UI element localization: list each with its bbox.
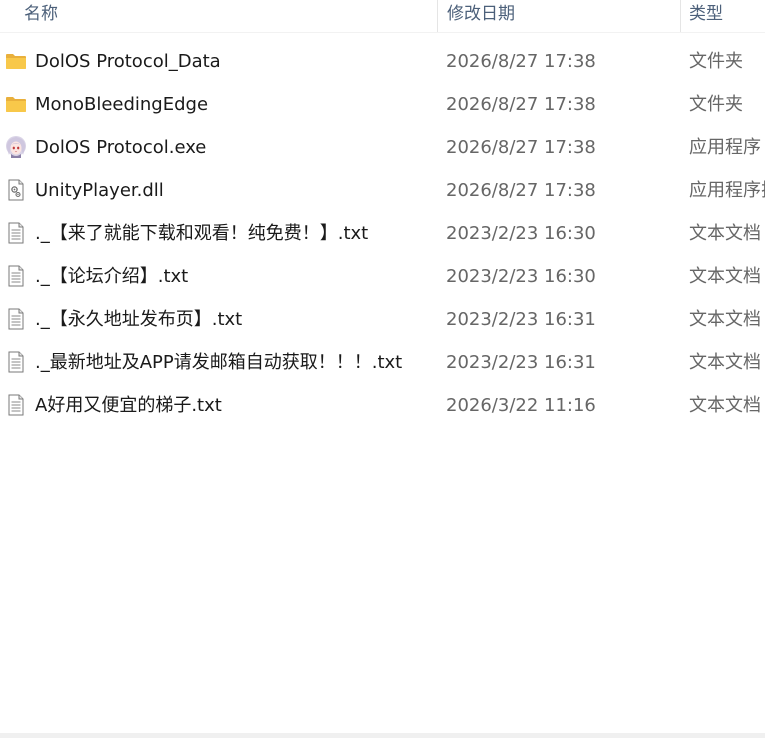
file-row-unityplayer-dll[interactable]: UnityPlayer.dll 2026/8/27 17:38 应用程序扩	[0, 169, 765, 212]
text-file-icon	[5, 351, 27, 373]
folder-icon	[5, 50, 27, 72]
text-file-icon	[5, 265, 27, 287]
file-type: 文件夹	[689, 94, 743, 115]
file-date-modified: 2026/8/27 17:38	[446, 137, 596, 158]
file-date-modified: 2026/8/27 17:38	[446, 94, 596, 115]
file-name[interactable]: DolOS Protocol_Data	[35, 40, 221, 83]
file-name[interactable]: DolOS Protocol.exe	[35, 126, 206, 169]
file-row-txt[interactable]: A好用又便宜的梯子.txt 2026/3/22 11:16 文本文档	[0, 384, 765, 427]
column-header-type[interactable]: 类型	[680, 0, 765, 32]
file-name[interactable]: UnityPlayer.dll	[35, 169, 164, 212]
file-type: 文本文档	[689, 223, 761, 244]
folder-icon	[5, 93, 27, 115]
file-name[interactable]: ._【论坛介绍】.txt	[35, 255, 188, 298]
file-name[interactable]: ._【永久地址发布页】.txt	[35, 298, 242, 341]
horizontal-scrollbar[interactable]	[0, 733, 765, 738]
file-type: 文本文档	[689, 266, 761, 287]
file-row-txt[interactable]: ._【永久地址发布页】.txt 2023/2/23 16:31 文本文档	[0, 298, 765, 341]
file-type: 文本文档	[689, 352, 761, 373]
column-header-name[interactable]: 名称	[0, 0, 437, 32]
file-name[interactable]: ._最新地址及APP请发邮箱自动获取！！！.txt	[35, 341, 402, 384]
file-row-txt[interactable]: ._最新地址及APP请发邮箱自动获取！！！.txt 2023/2/23 16:3…	[0, 341, 765, 384]
app-icon	[5, 136, 27, 158]
file-row-dolos-protocol-data[interactable]: DolOS Protocol_Data 2026/8/27 17:38 文件夹	[0, 40, 765, 83]
file-type: 应用程序扩	[689, 180, 765, 201]
column-header-date-modified[interactable]: 修改日期	[437, 0, 680, 32]
file-row-txt[interactable]: ._【论坛介绍】.txt 2023/2/23 16:30 文本文档	[0, 255, 765, 298]
text-file-icon	[5, 308, 27, 330]
file-date-modified: 2026/8/27 17:38	[446, 51, 596, 72]
file-type: 文本文档	[689, 309, 761, 330]
file-name[interactable]: MonoBleedingEdge	[35, 83, 208, 126]
file-date-modified: 2023/2/23 16:30	[446, 223, 596, 244]
file-name[interactable]: ._【来了就能下载和观看！纯免费！】.txt	[35, 212, 368, 255]
file-name[interactable]: A好用又便宜的梯子.txt	[35, 384, 222, 427]
file-type: 文本文档	[689, 395, 761, 416]
file-date-modified: 2026/8/27 17:38	[446, 180, 596, 201]
file-list: DolOS Protocol_Data 2026/8/27 17:38 文件夹 …	[0, 40, 765, 427]
text-file-icon	[5, 394, 27, 416]
column-header-bar: 名称 修改日期 类型	[0, 0, 765, 33]
dll-icon	[5, 179, 27, 201]
file-date-modified: 2026/3/22 11:16	[446, 395, 596, 416]
text-file-icon	[5, 222, 27, 244]
file-row-dolos-protocol-exe[interactable]: DolOS Protocol.exe 2026/8/27 17:38 应用程序	[0, 126, 765, 169]
file-date-modified: 2023/2/23 16:31	[446, 309, 596, 330]
file-type: 文件夹	[689, 51, 743, 72]
file-row-monobleedingedge[interactable]: MonoBleedingEdge 2026/8/27 17:38 文件夹	[0, 83, 765, 126]
file-type: 应用程序	[689, 137, 761, 158]
file-date-modified: 2023/2/23 16:30	[446, 266, 596, 287]
file-date-modified: 2023/2/23 16:31	[446, 352, 596, 373]
file-row-txt[interactable]: ._【来了就能下载和观看！纯免费！】.txt 2023/2/23 16:30 文…	[0, 212, 765, 255]
